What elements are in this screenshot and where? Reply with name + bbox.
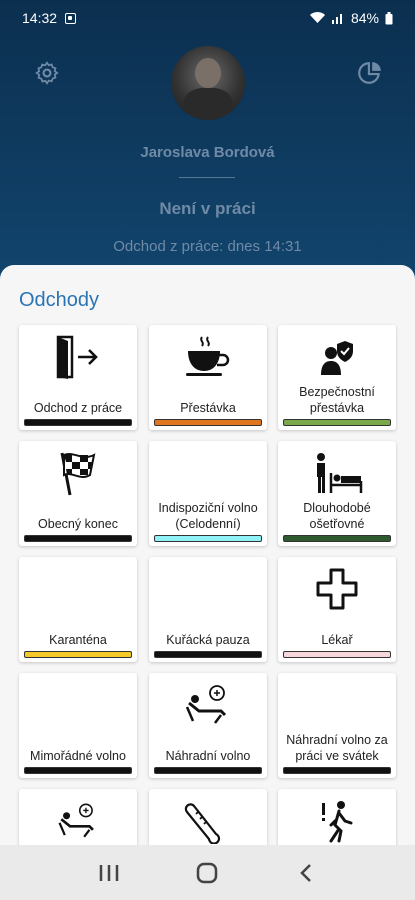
tile-odchod-z-prace[interactable]: Odchod z práce: [19, 325, 137, 430]
tile-color-bar: [283, 767, 391, 774]
android-nav-bar: [0, 845, 415, 900]
tile-indispozicni-volno[interactable]: Indispoziční volno (Celodenní): [149, 441, 267, 546]
lounge-chair-icon: [185, 685, 227, 724]
tile-label: Karanténa: [49, 633, 107, 647]
tile-label: Náhradní volno za práci ve svátek: [286, 733, 388, 763]
section-title: Odchody: [19, 289, 100, 311]
tile-color-bar: [24, 535, 132, 542]
tile-color-bar: [283, 419, 391, 426]
status-bar: 14:32 84%: [0, 0, 415, 36]
tile-label: Bezpečnostní přestávka: [299, 385, 375, 415]
tile-prestavka[interactable]: Přestávka: [149, 325, 267, 430]
tile-label: Náhradní volno: [165, 749, 251, 763]
tile-color-bar: [283, 535, 391, 542]
tile-lekar[interactable]: Lékař: [278, 557, 396, 662]
employee-name: Jaroslava Bordová: [140, 144, 275, 161]
tile-color-bar: [24, 651, 132, 658]
divider: [179, 177, 235, 178]
clock: 14:32: [22, 10, 58, 26]
medical-cross-icon: [316, 568, 358, 610]
tile-label: Lékař: [321, 633, 353, 647]
tile-dlouhodobe-osetrovne[interactable]: Dlouhodobé ošetřovné: [278, 441, 396, 546]
battery-icon: [385, 11, 393, 24]
tile-mimoradne-volno[interactable]: Mimořádné volno: [19, 673, 137, 778]
back-button[interactable]: [291, 858, 321, 888]
tile-color-bar: [154, 419, 262, 426]
tile-label: Dlouhodobé ošetřovné: [303, 501, 371, 531]
back-icon: [300, 863, 311, 882]
wifi-icon: [309, 12, 325, 23]
battery-level: 84%: [350, 10, 379, 26]
signal-icon: [331, 14, 342, 24]
last-event: Odchod z práce: dnes 14:31: [113, 238, 302, 255]
notification-icon: [65, 12, 77, 24]
tile-color-bar: [154, 535, 262, 542]
avatar[interactable]: [171, 46, 245, 120]
tile-color-bar: [24, 419, 132, 426]
exit-door-icon: [56, 335, 98, 379]
home-button[interactable]: [192, 858, 222, 888]
settings-gear-icon[interactable]: [34, 60, 60, 86]
tile-label: Indispoziční volno (Celodenní): [158, 501, 258, 531]
presence-status: Není v práci: [159, 199, 256, 218]
tile-label: Obecný konec: [38, 517, 118, 531]
tile-color-bar: [24, 767, 132, 774]
tile-kuracka-pauza[interactable]: Kuřácká pauza: [149, 557, 267, 662]
pie-chart-icon[interactable]: [357, 60, 383, 86]
caregiver-bed-icon: [317, 453, 363, 493]
recent-apps-button[interactable]: [94, 858, 124, 888]
tile-color-bar: [154, 767, 262, 774]
home-icon: [197, 862, 218, 883]
tile-label: Přestávka: [180, 401, 236, 415]
tile-bezpecnostni-prestavka[interactable]: Bezpečnostní přestávka: [278, 325, 396, 430]
tile-nahradni-volno[interactable]: Náhradní volno: [149, 673, 267, 778]
coffee-cup-icon: [186, 336, 230, 376]
lounge-chair-icon: [58, 803, 94, 838]
tile-karantena[interactable]: Karanténa: [19, 557, 137, 662]
profile-header: Jaroslava Bordová Není v práci Odchod z …: [0, 0, 415, 300]
tile-color-bar: [154, 651, 262, 658]
walking-person-icon: [322, 801, 353, 843]
tile-label: Mimořádné volno: [30, 749, 126, 763]
tile-nahradni-volno-svatek[interactable]: Náhradní volno za práci ve svátek: [278, 673, 396, 778]
worker-shield-icon: [321, 341, 353, 375]
tile-label: Odchod z práce: [33, 401, 123, 415]
checkered-flag-icon: [60, 452, 96, 496]
departures-panel: Odchody Odchod z práce Přestávka Bezpečn…: [0, 265, 415, 894]
thermometer-icon: [184, 803, 221, 844]
tile-color-bar: [283, 651, 391, 658]
tile-label: Kuřácká pauza: [166, 633, 250, 647]
recent-apps-icon: [99, 864, 119, 881]
tile-obecny-konec[interactable]: Obecný konec: [19, 441, 137, 546]
